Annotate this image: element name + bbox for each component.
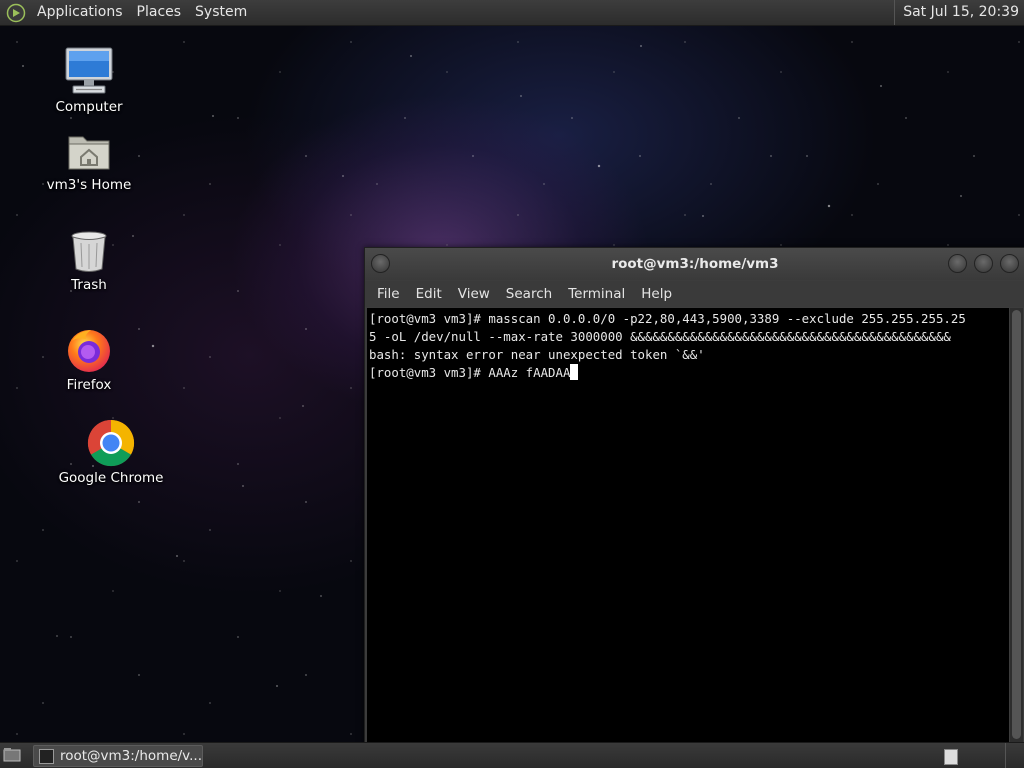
text-cursor: [570, 364, 579, 380]
terminal-line: [root@vm3 vm3]# masscan 0.0.0.0/0 -p22,8…: [369, 311, 966, 326]
desktop-icon-label: vm3's Home: [46, 177, 132, 193]
terminal-line: 5 -oL /dev/null --max-rate 3000000 &&&&&…: [369, 329, 951, 344]
trash-icon: [71, 231, 107, 272]
show-desktop-icon[interactable]: [3, 747, 21, 763]
scrollbar-thumb[interactable]: [1012, 310, 1021, 739]
menu-file[interactable]: File: [369, 281, 408, 307]
terminal-line: bash: syntax error near unexpected token…: [369, 347, 705, 362]
terminal-scrollbar[interactable]: [1010, 308, 1023, 743]
menu-applications[interactable]: Applications: [30, 0, 130, 25]
window-menu-button[interactable]: [371, 254, 390, 273]
panel-handle: [1005, 743, 1024, 768]
top-panel: Applications Places System Sat Jul 15, 2…: [0, 0, 1024, 26]
menu-edit[interactable]: Edit: [408, 281, 450, 307]
close-button[interactable]: [1000, 254, 1019, 273]
clock[interactable]: Sat Jul 15, 20:39: [894, 0, 1019, 25]
desktop-icon-label: Trash: [71, 277, 107, 293]
maximize-button[interactable]: [974, 254, 993, 273]
menu-places[interactable]: Places: [130, 0, 189, 25]
terminal-prompt-text: [root@vm3 vm3]# AAAz fAADAA: [369, 365, 571, 380]
desktop-icon-home[interactable]: vm3's Home: [29, 127, 149, 193]
desktop-icon-chrome[interactable]: Google Chrome: [51, 418, 171, 486]
computer-icon: [65, 47, 113, 94]
desktop-icon-label: Google Chrome: [58, 470, 164, 486]
menu-view[interactable]: View: [450, 281, 498, 307]
window-titlebar[interactable]: root@vm3:/home/vm3: [365, 248, 1024, 280]
taskbar-item-label: root@vm3:/home/v...: [59, 748, 202, 764]
desktop-icon-trash[interactable]: Trash: [29, 227, 149, 293]
window-title: root@vm3:/home/vm3: [611, 256, 779, 272]
desktop-icon-label: Firefox: [66, 377, 112, 393]
terminal-window[interactable]: root@vm3:/home/vm3 File Edit View Search…: [364, 247, 1024, 746]
desktop-icon-firefox[interactable]: Firefox: [29, 325, 149, 393]
firefox-icon: [68, 330, 110, 372]
home-folder-icon: [68, 136, 110, 170]
terminal-icon: [39, 748, 54, 764]
distro-logo-icon[interactable]: [6, 3, 26, 23]
menu-terminal[interactable]: Terminal: [560, 281, 633, 307]
desktop-icon-label: Computer: [55, 99, 123, 115]
chrome-icon: [87, 419, 135, 467]
bottom-panel: root@vm3:/home/v...: [0, 742, 1024, 768]
menu-search[interactable]: Search: [498, 281, 560, 307]
terminal-prompt-line: [root@vm3 vm3]# AAAz fAADAA: [369, 364, 1009, 382]
menu-help[interactable]: Help: [633, 281, 680, 307]
taskbar-item-terminal[interactable]: root@vm3:/home/v...: [33, 745, 203, 767]
desktop-icon-computer[interactable]: Computer: [29, 45, 149, 115]
workspace-switcher[interactable]: [944, 749, 958, 765]
terminal-output[interactable]: [root@vm3 vm3]# masscan 0.0.0.0/0 -p22,8…: [367, 308, 1009, 743]
minimize-button[interactable]: [948, 254, 967, 273]
terminal-menubar: File Edit View Search Terminal Help: [365, 281, 1024, 307]
menu-system[interactable]: System: [188, 0, 254, 25]
